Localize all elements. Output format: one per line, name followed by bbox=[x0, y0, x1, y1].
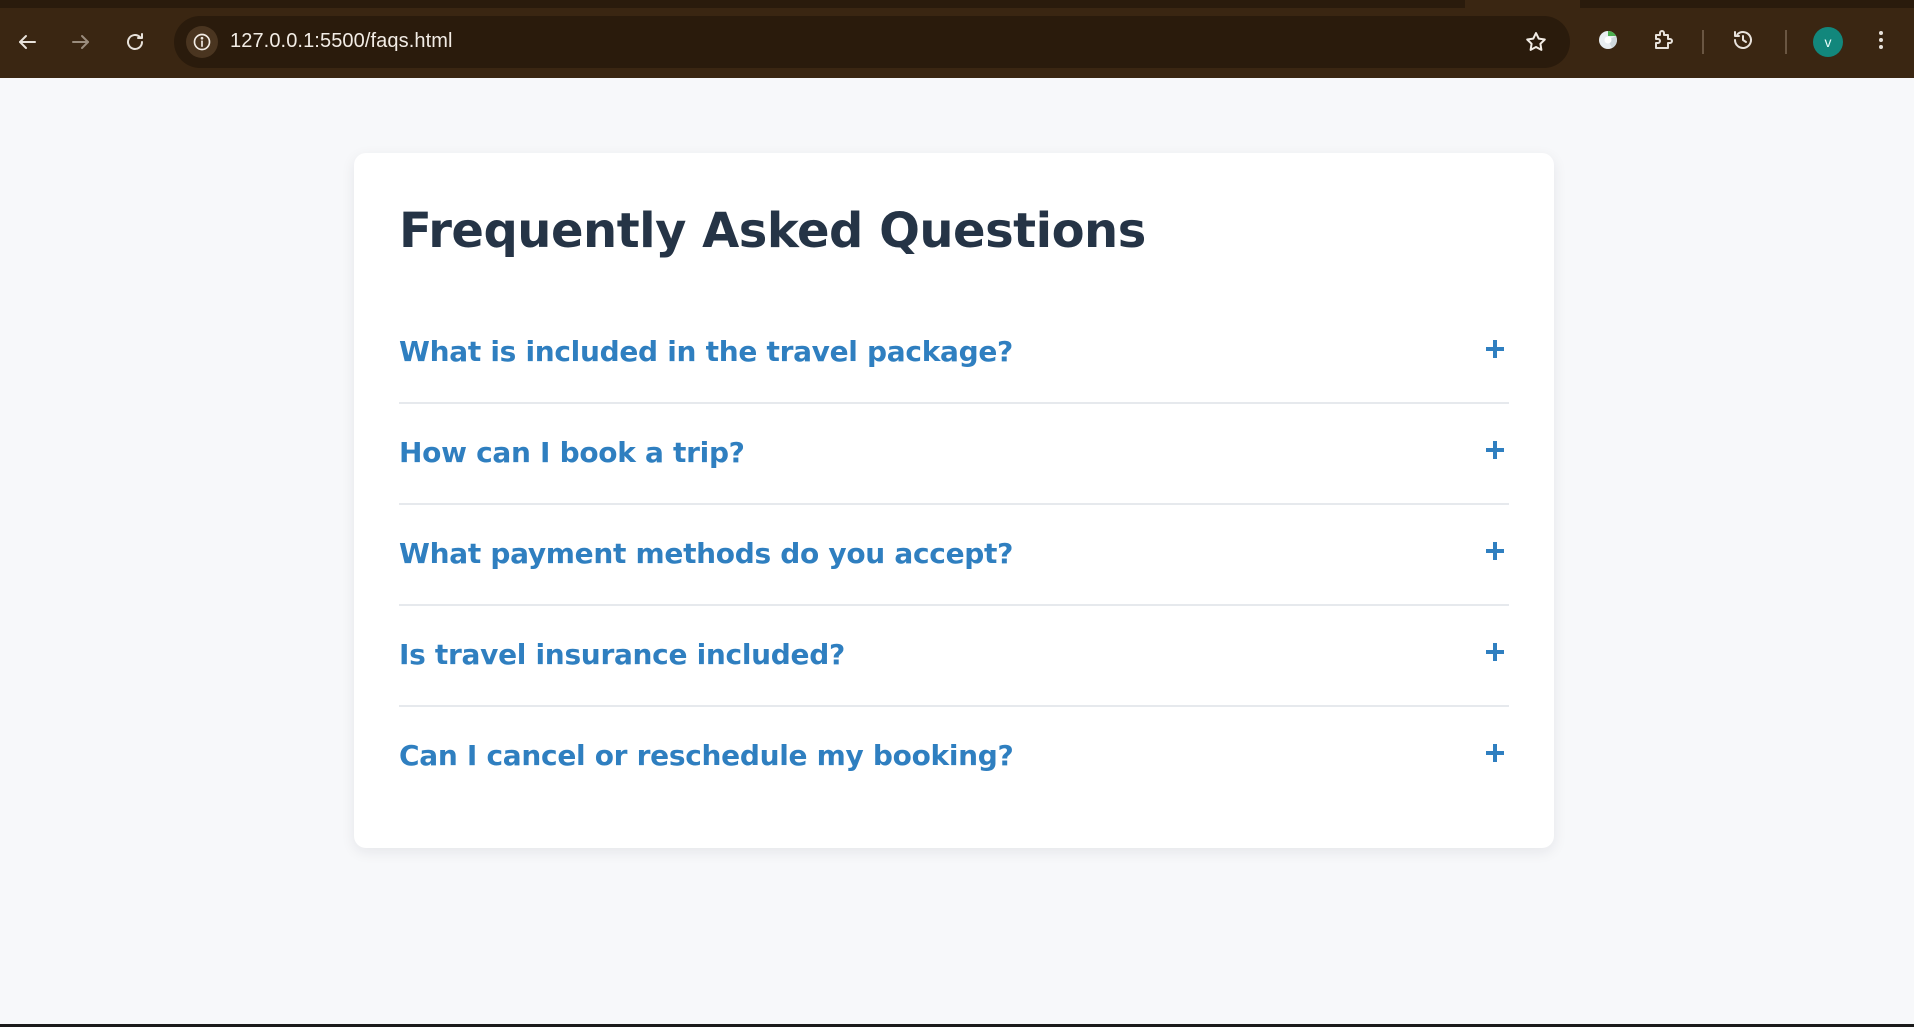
forward-button[interactable] bbox=[61, 22, 101, 62]
faq-item[interactable]: What payment methods do you accept? bbox=[399, 505, 1509, 606]
browser-toolbar: 127.0.0.1:5500/faqs.html v bbox=[0, 0, 1914, 78]
plus-icon[interactable] bbox=[1483, 438, 1507, 462]
tab-strip bbox=[0, 0, 1914, 8]
extensions-menu-button[interactable] bbox=[1645, 22, 1681, 58]
url-text[interactable]: 127.0.0.1:5500/faqs.html bbox=[230, 30, 453, 53]
toolbar-separator bbox=[1785, 30, 1787, 54]
faq-question[interactable]: Is travel insurance included? bbox=[399, 638, 845, 671]
extension-logo-icon bbox=[1599, 31, 1617, 49]
faq-card: Frequently Asked Questions What is inclu… bbox=[354, 153, 1554, 848]
faq-question[interactable]: What is included in the travel package? bbox=[399, 335, 1013, 368]
site-info-button[interactable] bbox=[186, 26, 218, 58]
arrow-right-icon bbox=[72, 35, 89, 49]
page-title: Frequently Asked Questions bbox=[399, 203, 1146, 259]
browser-menu-button[interactable] bbox=[1863, 22, 1899, 58]
faq-item[interactable]: Can I cancel or reschedule my booking? bbox=[399, 707, 1509, 808]
plus-icon[interactable] bbox=[1483, 337, 1507, 361]
reload-button[interactable] bbox=[115, 22, 155, 62]
faq-list: What is included in the travel package? … bbox=[399, 303, 1509, 808]
more-vert-icon bbox=[1879, 31, 1883, 49]
profile-avatar[interactable]: v bbox=[1813, 27, 1843, 57]
arrow-left-icon bbox=[19, 35, 36, 49]
faq-item[interactable]: How can I book a trip? bbox=[399, 404, 1509, 505]
star-icon bbox=[1526, 32, 1546, 51]
back-button[interactable] bbox=[7, 22, 47, 62]
plus-icon[interactable] bbox=[1483, 640, 1507, 664]
plus-icon[interactable] bbox=[1483, 741, 1507, 765]
faq-question[interactable]: Can I cancel or reschedule my booking? bbox=[399, 739, 1014, 772]
toolbar-separator bbox=[1702, 30, 1704, 54]
active-tab-edge[interactable] bbox=[1465, 0, 1580, 8]
faq-item[interactable]: Is travel insurance included? bbox=[399, 606, 1509, 707]
reload-icon bbox=[127, 33, 143, 50]
history-icon bbox=[1734, 31, 1752, 49]
history-button[interactable] bbox=[1725, 22, 1761, 58]
faq-item[interactable]: What is included in the travel package? bbox=[399, 303, 1509, 404]
puzzle-icon bbox=[1655, 30, 1673, 49]
extension-button[interactable] bbox=[1590, 22, 1626, 58]
bookmark-button[interactable] bbox=[1522, 28, 1550, 56]
faq-question[interactable]: What payment methods do you accept? bbox=[399, 537, 1013, 570]
plus-icon[interactable] bbox=[1483, 539, 1507, 563]
address-bar[interactable]: 127.0.0.1:5500/faqs.html bbox=[174, 16, 1570, 68]
faq-question[interactable]: How can I book a trip? bbox=[399, 436, 745, 469]
info-icon bbox=[193, 33, 211, 51]
